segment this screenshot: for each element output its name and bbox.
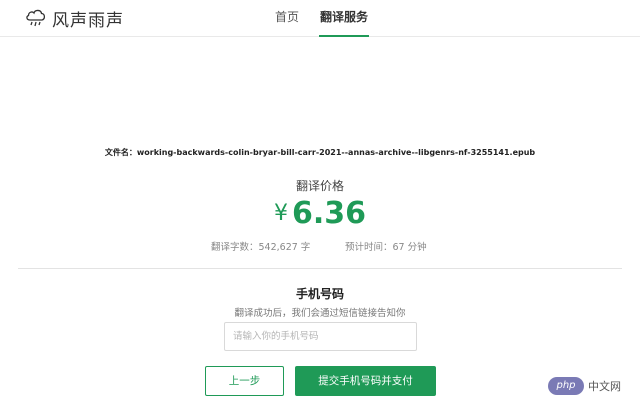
top-header: 风声雨声 首页 翻译服务: [0, 0, 640, 37]
watermark-badge: php: [548, 377, 584, 395]
translation-stats: 翻译字数：542,627 字 预计时间：67 分钟: [0, 239, 640, 253]
phone-hint: 翻译成功后，我们会通过短信链接告知你: [234, 308, 406, 319]
brand-logo[interactable]: 风声雨声: [24, 6, 124, 31]
word-count: 翻译字数：542,627 字: [211, 242, 311, 253]
section-divider: [18, 268, 622, 269]
price-amount: 6.36: [291, 196, 367, 231]
cloud-rain-icon: [24, 8, 48, 28]
phone-input[interactable]: [224, 322, 417, 351]
price-display: ¥6.36: [0, 196, 640, 231]
nav-translation-service[interactable]: 翻译服务: [319, 0, 369, 37]
watermark-text: 中文网: [588, 380, 621, 393]
file-name-value: working-backwards-colin-bryar-bill-carr-…: [136, 148, 536, 157]
currency-symbol: ¥: [273, 201, 288, 226]
nav-home[interactable]: 首页: [272, 0, 302, 37]
file-name-label: 文件名：: [104, 148, 137, 157]
phone-label: 手机号码: [295, 287, 344, 301]
price-label: 翻译价格: [295, 179, 344, 193]
brand-name: 风声雨声: [52, 10, 124, 31]
site-watermark: php 中文网: [548, 377, 621, 395]
back-button[interactable]: 上一步: [205, 366, 284, 396]
estimated-time: 预计时间：67 分钟: [345, 242, 427, 253]
file-name-row: 文件名：working-backwards-colin-bryar-bill-c…: [0, 147, 640, 158]
submit-phone-and-pay-button[interactable]: 提交手机号码并支付: [295, 366, 436, 396]
